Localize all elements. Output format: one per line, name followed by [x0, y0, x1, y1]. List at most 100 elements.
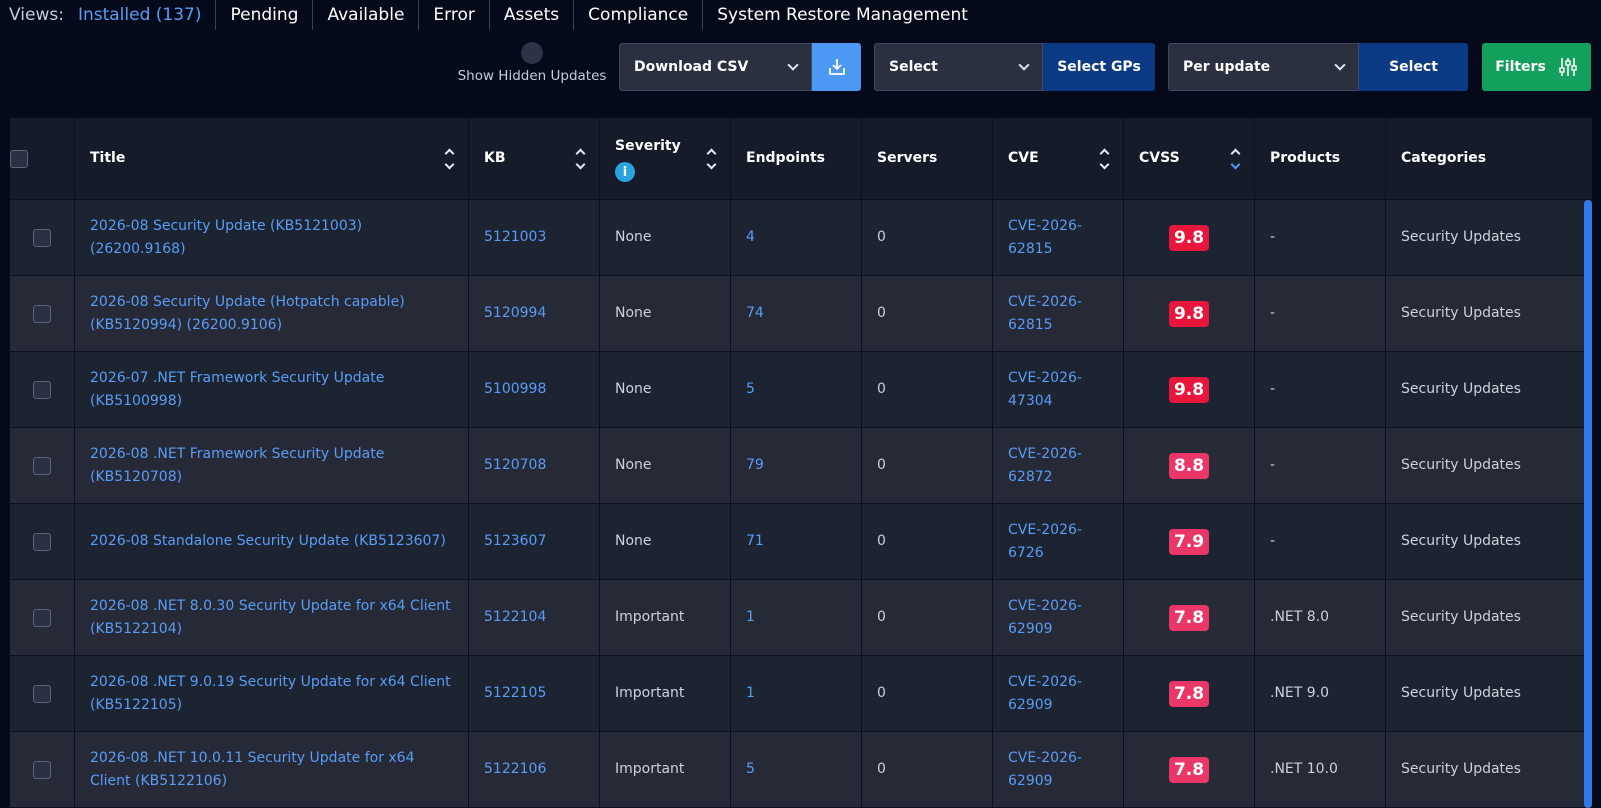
products-value: .NET 8.0	[1270, 609, 1330, 625]
info-icon[interactable]: i	[615, 162, 635, 182]
row-checkbox[interactable]	[33, 684, 51, 703]
vertical-scrollbar[interactable]	[1584, 200, 1592, 808]
download-csv-select[interactable]: Download CSV	[619, 43, 812, 91]
kb-cell: 5123607	[469, 504, 600, 579]
view-tab-compliance[interactable]: Compliance	[573, 0, 702, 30]
header-products-label: Products	[1270, 150, 1341, 166]
download-icon	[828, 59, 845, 75]
sort-icon[interactable]	[706, 148, 717, 169]
filters-button[interactable]: Filters	[1482, 43, 1591, 91]
kb-link[interactable]: 5122104	[484, 606, 546, 629]
sort-icon[interactable]	[1099, 148, 1110, 169]
select-gps-button[interactable]: Select GPs	[1043, 43, 1155, 91]
group-select[interactable]: Select	[874, 43, 1043, 91]
table-row[interactable]: 2026-08 .NET 10.0.11 Security Update for…	[10, 732, 1592, 808]
cve-prefix: CVE-2026-	[1008, 597, 1082, 614]
header-severity[interactable]: Severity i	[600, 118, 731, 199]
endpoints-link[interactable]: 1	[746, 606, 755, 629]
view-tab-system-restore[interactable]: System Restore Management	[702, 0, 982, 30]
update-title-link[interactable]: 2026-08 Security Update (KB5121003) (262…	[90, 215, 453, 261]
update-title-link[interactable]: 2026-08 .NET 9.0.19 Security Update for …	[90, 671, 453, 717]
sort-icon[interactable]	[575, 148, 586, 169]
table-row[interactable]: 2026-08 .NET 8.0.30 Security Update for …	[10, 580, 1592, 656]
table-row[interactable]: 2026-08 Security Update (Hotpatch capabl…	[10, 276, 1592, 352]
sort-icon[interactable]	[444, 148, 455, 169]
cve-link[interactable]: CVE-2026- 62909	[1008, 595, 1082, 641]
endpoints-cell: 79	[731, 428, 862, 503]
row-checkbox[interactable]	[33, 608, 51, 627]
servers-value: 0	[877, 305, 886, 321]
update-title-link[interactable]: 2026-07 .NET Framework Security Update (…	[90, 367, 453, 413]
view-tab-error[interactable]: Error	[418, 0, 488, 30]
update-title-link[interactable]: 2026-08 .NET 8.0.30 Security Update for …	[90, 595, 453, 641]
endpoints-link[interactable]: 5	[746, 758, 755, 781]
row-checkbox[interactable]	[33, 532, 51, 551]
title-cell: 2026-08 .NET 8.0.30 Security Update for …	[75, 580, 469, 655]
update-title-link[interactable]: 2026-08 Security Update (Hotpatch capabl…	[90, 291, 453, 337]
row-checkbox[interactable]	[33, 228, 51, 247]
view-tab-pending[interactable]: Pending	[215, 0, 312, 30]
cve-link[interactable]: CVE-2026- 6726	[1008, 519, 1082, 565]
kb-link[interactable]: 5100998	[484, 378, 546, 401]
toggle-knob[interactable]	[521, 42, 543, 64]
select-button[interactable]: Select	[1359, 43, 1468, 91]
update-title-link[interactable]: 2026-08 .NET Framework Security Update (…	[90, 443, 453, 489]
cve-link[interactable]: CVE-2026- 62872	[1008, 443, 1082, 489]
cve-prefix: CVE-2026-	[1008, 369, 1082, 386]
per-update-label: Per update	[1183, 59, 1271, 75]
kb-link[interactable]: 5120708	[484, 454, 546, 477]
servers-value: 0	[877, 381, 886, 397]
table-row[interactable]: 2026-07 .NET Framework Security Update (…	[10, 352, 1592, 428]
select-all-checkbox[interactable]	[10, 149, 28, 168]
header-cvss[interactable]: CVSS	[1124, 118, 1255, 199]
view-tab-installed[interactable]: Installed (137)	[78, 0, 216, 30]
cve-number: 62909	[1008, 696, 1053, 713]
cve-link[interactable]: CVE-2026- 47304	[1008, 367, 1082, 413]
endpoints-link[interactable]: 1	[746, 682, 755, 705]
endpoints-link[interactable]: 4	[746, 226, 755, 249]
per-update-select[interactable]: Per update	[1168, 43, 1359, 91]
header-title[interactable]: Title	[75, 118, 469, 199]
endpoints-link[interactable]: 71	[746, 530, 764, 553]
cvss-badge: 7.9	[1168, 528, 1210, 555]
title-cell: 2026-08 .NET Framework Security Update (…	[75, 428, 469, 503]
kb-link[interactable]: 5122105	[484, 682, 546, 705]
table-row[interactable]: 2026-08 Security Update (KB5121003) (262…	[10, 200, 1592, 276]
cve-link[interactable]: CVE-2026- 62815	[1008, 215, 1082, 261]
table-row[interactable]: 2026-08 .NET Framework Security Update (…	[10, 428, 1592, 504]
table-row[interactable]: 2026-08 Standalone Security Update (KB51…	[10, 504, 1592, 580]
view-tab-available[interactable]: Available	[312, 0, 418, 30]
sort-icon[interactable]	[1230, 148, 1241, 169]
row-checkbox[interactable]	[33, 380, 51, 399]
kb-link[interactable]: 5120994	[484, 302, 546, 325]
endpoints-link[interactable]: 74	[746, 302, 764, 325]
row-checkbox[interactable]	[33, 760, 51, 779]
cve-link[interactable]: CVE-2026- 62909	[1008, 671, 1082, 717]
products-cell: .NET 10.0	[1255, 732, 1386, 807]
view-tab-assets[interactable]: Assets	[488, 0, 573, 30]
header-kb[interactable]: KB	[469, 118, 600, 199]
kb-cell: 5122105	[469, 656, 600, 731]
endpoints-link[interactable]: 79	[746, 454, 764, 477]
update-title-link[interactable]: 2026-08 .NET 10.0.11 Security Update for…	[90, 747, 453, 793]
kb-link[interactable]: 5123607	[484, 530, 546, 553]
cve-link[interactable]: CVE-2026- 62815	[1008, 291, 1082, 337]
update-title-link[interactable]: 2026-08 Standalone Security Update (KB51…	[90, 530, 446, 553]
kb-link[interactable]: 5121003	[484, 226, 546, 249]
endpoints-cell: 5	[731, 352, 862, 427]
servers-cell: 0	[862, 504, 993, 579]
cvss-cell: 9.8	[1124, 352, 1255, 427]
categories-cell: Security Updates	[1386, 200, 1586, 275]
show-hidden-updates-toggle[interactable]: Show Hidden Updates	[452, 40, 612, 90]
endpoints-link[interactable]: 5	[746, 378, 755, 401]
kb-link[interactable]: 5122106	[484, 758, 546, 781]
table-row[interactable]: 2026-08 .NET 9.0.19 Security Update for …	[10, 656, 1592, 732]
cve-link[interactable]: CVE-2026- 62909	[1008, 747, 1082, 793]
row-checkbox[interactable]	[33, 304, 51, 323]
header-cve[interactable]: CVE	[993, 118, 1124, 199]
categories-value: Security Updates	[1401, 761, 1521, 777]
title-cell: 2026-07 .NET Framework Security Update (…	[75, 352, 469, 427]
sliders-icon	[1559, 58, 1577, 76]
download-button[interactable]	[812, 43, 861, 91]
row-checkbox[interactable]	[33, 456, 51, 475]
